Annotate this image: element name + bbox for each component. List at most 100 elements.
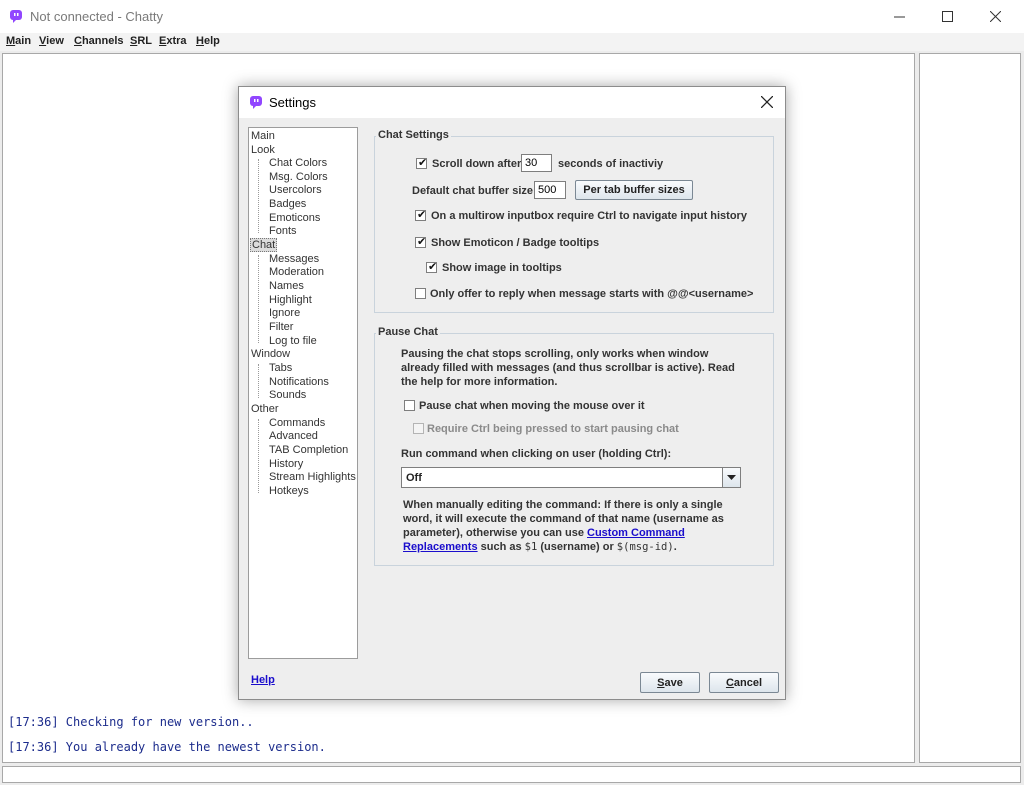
require-ctrl-label: Require Ctrl being pressed to start paus… (427, 423, 679, 435)
menu-main[interactable]: Main (6, 35, 31, 47)
tree-item-window[interactable]: Window (251, 348, 290, 360)
dialog-close-button[interactable] (755, 91, 779, 113)
reply-only-checkbox[interactable] (415, 288, 426, 299)
minimize-icon (893, 16, 905, 18)
pause-chat-description: Pausing the chat stops scrolling, only w… (401, 348, 735, 388)
user-list-pane[interactable] (919, 53, 1021, 763)
tree-item-chat[interactable]: Chat (250, 238, 278, 252)
dialog-title: Settings (269, 95, 316, 110)
menu-view-label: iew (46, 35, 64, 47)
tree-item-commands[interactable]: Commands (269, 417, 325, 429)
tree-item-badges[interactable]: Badges (269, 198, 306, 210)
save-button-label: ave (664, 676, 683, 689)
help-link[interactable]: Help (251, 674, 275, 686)
tree-item-chat-colors[interactable]: Chat Colors (269, 157, 327, 169)
chat-message: [17:36] Checking for new version.. (8, 715, 254, 729)
chatty-app-icon (250, 96, 262, 109)
require-ctrl-checkbox[interactable] (413, 423, 424, 434)
tree-item-messages[interactable]: Messages (269, 253, 319, 265)
menu-extra[interactable]: Extra (159, 35, 187, 47)
chat-settings-title: Chat Settings (376, 129, 451, 141)
tree-connector (258, 255, 259, 343)
tree-item-filter[interactable]: Filter (269, 321, 293, 333)
tree-item-usercolors[interactable]: Usercolors (269, 184, 322, 196)
tree-item-look[interactable]: Look (251, 144, 275, 156)
menu-main-label: ain (15, 35, 32, 47)
checkmark-icon: ✔ (417, 236, 427, 248)
code-placeholder: $1 (524, 541, 538, 553)
pause-mouse-label: Pause chat when moving the mouse over it (419, 400, 645, 412)
menu-srl-label: RL (137, 35, 153, 47)
image-tooltips-checkbox[interactable]: ✔ (426, 261, 438, 273)
emoticon-tooltips-label: Show Emoticon / Badge tooltips (431, 237, 600, 249)
run-command-value: Off (406, 472, 422, 484)
menu-srl[interactable]: SRL (130, 35, 152, 47)
menu-main-mnemonic: M (6, 35, 16, 47)
menu-bar: Main View Channels SRL Extra Help (0, 33, 1024, 51)
menu-view[interactable]: View (39, 35, 64, 47)
run-command-select[interactable]: Off (401, 467, 741, 488)
tree-item-tab-completion[interactable]: TAB Completion (269, 444, 348, 456)
command-edit-note: When manually editing the command: If th… (403, 498, 743, 554)
maximize-icon (941, 11, 953, 22)
menu-channels-mnemonic: C (74, 35, 82, 47)
emoticon-tooltips-checkbox[interactable]: ✔ (415, 236, 427, 248)
maximize-button[interactable] (924, 0, 970, 33)
run-command-label: Run command when clicking on user (holdi… (401, 448, 672, 460)
command-note-text: (username) or (537, 541, 617, 553)
tree-item-main[interactable]: Main (251, 130, 275, 142)
buffer-size-input[interactable]: 500 (534, 181, 566, 199)
tree-item-other[interactable]: Other (251, 403, 279, 415)
save-button-mnemonic: S (657, 676, 665, 689)
multirow-ctrl-checkbox[interactable]: ✔ (415, 209, 426, 221)
tree-item-hotkeys[interactable]: Hotkeys (269, 485, 309, 497)
cancel-button-mnemonic: C (725, 676, 734, 689)
menu-help-mnemonic: H (196, 35, 204, 47)
tree-item-emoticons[interactable]: Emoticons (269, 212, 320, 224)
dialog-titlebar: Settings (239, 87, 785, 118)
tree-item-msg-colors[interactable]: Msg. Colors (269, 171, 328, 183)
settings-tree[interactable]: Main Look Chat Colors Msg. Colors Userco… (248, 127, 358, 659)
close-icon (761, 96, 773, 108)
dropdown-button[interactable] (722, 468, 740, 487)
checkmark-icon: ✔ (428, 261, 438, 273)
window-title: Not connected - Chatty (30, 9, 163, 24)
tree-item-sounds[interactable]: Sounds (269, 389, 306, 401)
menu-channels-label: hannels (81, 35, 124, 47)
minimize-button[interactable] (876, 0, 922, 33)
tree-item-log-to-file[interactable]: Log to file (269, 335, 317, 347)
menu-channels[interactable]: Channels (74, 35, 124, 47)
cancel-button[interactable]: Cancel (709, 672, 779, 693)
tree-item-history[interactable]: History (269, 458, 303, 470)
command-note-text: such as (477, 541, 525, 553)
pause-chat-title: Pause Chat (376, 326, 440, 338)
save-button[interactable]: Save (640, 672, 700, 693)
menu-help[interactable]: Help (196, 35, 220, 47)
tree-item-stream-highlights[interactable]: Stream Highlights (269, 471, 356, 483)
scroll-seconds-input[interactable]: 30 (521, 154, 552, 172)
tree-item-advanced[interactable]: Advanced (269, 430, 318, 442)
window-titlebar: Not connected - Chatty (0, 0, 1024, 33)
scroll-down-checkbox[interactable]: ✔ (416, 157, 428, 169)
tree-item-fonts[interactable]: Fonts (269, 225, 297, 237)
tree-item-notifications[interactable]: Notifications (269, 376, 329, 388)
per-tab-buffer-button[interactable]: Per tab buffer sizes (575, 180, 693, 200)
tree-item-ignore[interactable]: Ignore (269, 307, 300, 319)
menu-extra-label: xtra (166, 35, 187, 47)
cancel-button-label: ancel (733, 676, 763, 689)
tree-item-highlight[interactable]: Highlight (269, 294, 312, 306)
image-tooltips-label: Show image in tooltips (442, 262, 562, 274)
checkmark-icon: ✔ (418, 157, 428, 169)
buffer-size-label: Default chat buffer size: (412, 185, 537, 197)
close-icon (989, 11, 1001, 22)
tree-item-tabs[interactable]: Tabs (269, 362, 292, 374)
close-button[interactable] (972, 0, 1018, 33)
code-placeholder: $(msg-id) (616, 541, 674, 553)
tree-item-names[interactable]: Names (269, 280, 304, 292)
settings-dialog: Settings Main Look Chat Colors Msg. Colo… (238, 86, 786, 700)
tree-item-moderation[interactable]: Moderation (269, 266, 324, 278)
chat-input-field[interactable] (2, 766, 1021, 783)
pause-mouse-checkbox[interactable] (404, 400, 415, 411)
tree-connector (258, 419, 259, 493)
chatty-app-icon (10, 10, 22, 23)
